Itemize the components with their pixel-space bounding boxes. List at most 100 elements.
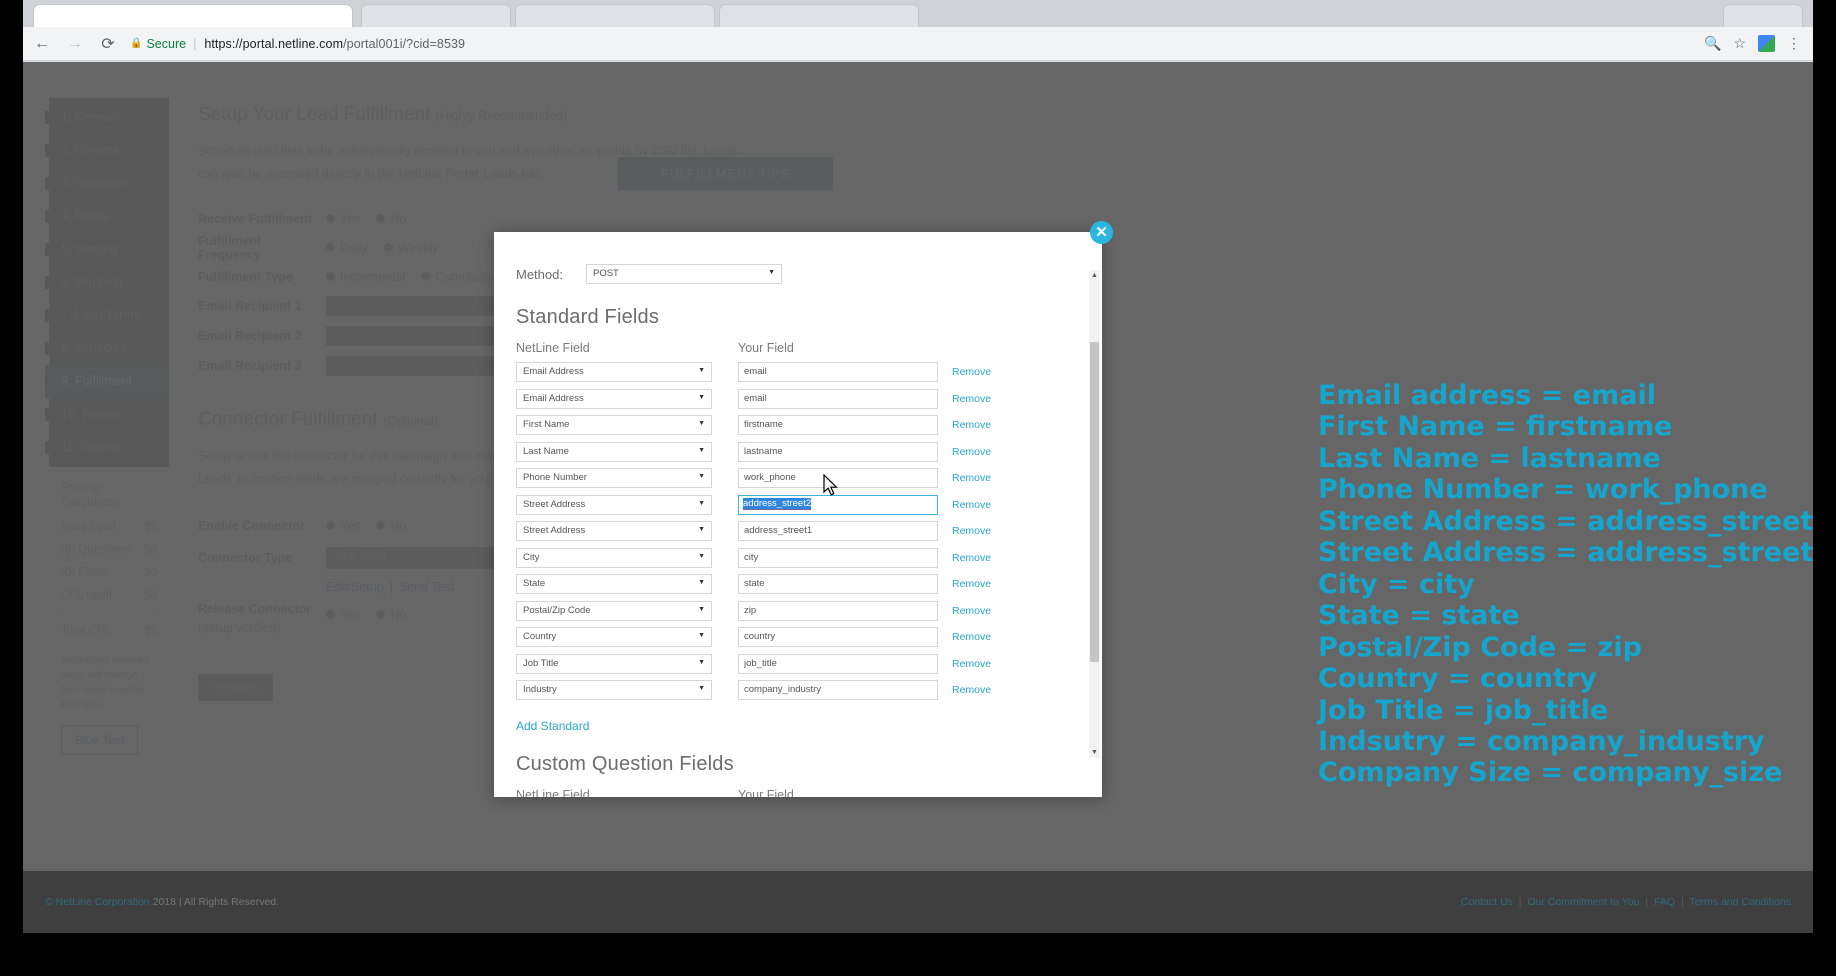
secure-label: Secure — [146, 36, 187, 51]
netline-field-select[interactable]: Street Address — [516, 494, 712, 515]
remove-link[interactable]: Remove — [952, 366, 991, 378]
remove-link[interactable]: Remove — [952, 499, 991, 511]
browser-tab-3[interactable] — [515, 4, 715, 27]
annotation-line: Indsutry = company_industry — [1318, 725, 1765, 757]
your-field-input[interactable]: email — [738, 362, 938, 382]
url-text: https://portal.netline.com/portal001i/?c… — [204, 37, 465, 51]
netline-field-select[interactable]: City — [516, 547, 712, 568]
remove-link[interactable]: Remove — [952, 684, 991, 696]
remove-link[interactable]: Remove — [952, 631, 991, 643]
browser-tab-active[interactable] — [33, 4, 353, 27]
remove-link[interactable]: Remove — [952, 525, 991, 537]
scrollbar-thumb[interactable] — [1090, 342, 1099, 662]
bookmark-star-icon[interactable]: ☆ — [1733, 35, 1746, 52]
netline-field-select[interactable]: State — [516, 574, 712, 594]
annotation-line: Company Size = company_size — [1318, 757, 1783, 789]
netline-field-select[interactable]: Phone Number — [516, 468, 712, 488]
remove-link[interactable]: Remove — [952, 446, 991, 458]
add-standard-link[interactable]: Add Standard — [516, 719, 589, 733]
scroll-up-icon[interactable]: ▲ — [1089, 270, 1100, 281]
footer-copyright: © NetLine Corporation 2018 | All Rights … — [45, 896, 279, 908]
your-field-input[interactable]: job_title — [738, 653, 938, 674]
footer-link-terms[interactable]: Terms and Conditions — [1689, 896, 1791, 908]
column-header-yours: Your Field — [738, 341, 794, 355]
footer-link-separator: | — [1645, 896, 1649, 908]
modal-scrollbar[interactable]: ▲ ▼ — [1089, 270, 1100, 758]
footer-link-contact-us[interactable]: Contact Us — [1461, 896, 1513, 908]
url-origin: https://portal.netline.com — [204, 36, 344, 51]
your-field-input-focused[interactable]: address_street2 — [738, 494, 938, 515]
browser-tab-4[interactable] — [719, 4, 919, 27]
netline-field-select[interactable]: Country — [516, 627, 712, 647]
your-field-input[interactable]: email — [738, 388, 938, 409]
annotation-line: First Name = firstname — [1318, 411, 1673, 443]
selected-text: address_street2 — [743, 497, 812, 510]
browser-window: ← → ⟳ 🔒 Secure | https://portal.netline.… — [23, 0, 1813, 933]
annotation-line: Street Address = address_street2 — [1318, 537, 1813, 569]
standard-fields-title: Standard Fields — [516, 306, 660, 328]
custom-column-header-netline: NetLine Field — [516, 787, 590, 798]
scroll-down-icon[interactable]: ▼ — [1089, 747, 1100, 758]
netline-field-select[interactable]: Email Address — [516, 388, 712, 409]
page-footer: © NetLine Corporation 2018 | All Rights … — [23, 871, 1813, 933]
table-row: Postal/Zip Code zip Remove — [516, 600, 1068, 621]
table-row: Email Address email Remove — [516, 388, 1068, 409]
modal-body: Method: POST Standard Fields NetLine Fie… — [494, 232, 1102, 797]
annotation-line: Country = country — [1318, 663, 1597, 695]
browser-tabstrip — [23, 0, 1813, 27]
footer-link-commitment[interactable]: Our Commitment to You — [1527, 896, 1639, 908]
footer-copyright-rest: 2018 | All Rights Reserved. — [152, 896, 280, 908]
netline-field-select[interactable]: First Name — [516, 415, 712, 435]
remove-link[interactable]: Remove — [952, 578, 991, 590]
method-select[interactable]: POST — [586, 264, 782, 284]
extension-icon[interactable] — [1758, 35, 1775, 52]
page-content: 1. General 2. Content 3. Questions 4. Fi… — [23, 62, 1813, 933]
browser-tab-2[interactable] — [361, 4, 511, 27]
your-field-input[interactable]: zip — [738, 600, 938, 621]
remove-link[interactable]: Remove — [952, 419, 991, 431]
netline-field-select[interactable]: Postal/Zip Code — [516, 600, 712, 621]
browser-toolbar: ← → ⟳ 🔒 Secure | https://portal.netline.… — [23, 27, 1813, 61]
table-row: Phone Number work_phone Remove — [516, 468, 1068, 488]
netline-field-select[interactable]: Email Address — [516, 362, 712, 382]
forward-icon[interactable]: → — [61, 30, 89, 58]
remove-link[interactable]: Remove — [952, 658, 991, 670]
remove-link[interactable]: Remove — [952, 605, 991, 617]
table-row: Email Address email Remove — [516, 362, 1068, 382]
reload-icon[interactable]: ⟳ — [94, 30, 122, 58]
your-field-input[interactable]: company_industry — [738, 680, 938, 700]
footer-link-separator: | — [1518, 896, 1522, 908]
your-field-input[interactable]: firstname — [738, 415, 938, 435]
remove-link[interactable]: Remove — [952, 472, 991, 484]
your-field-input[interactable]: work_phone — [738, 468, 938, 488]
annotation-overlay: Email address = email First Name = first… — [1318, 380, 1813, 789]
back-icon[interactable]: ← — [28, 30, 56, 58]
footer-company-link[interactable]: NetLine Corporation — [56, 896, 150, 908]
your-field-input[interactable]: country — [738, 627, 938, 647]
table-row: Industry company_industry Remove — [516, 680, 1068, 700]
remove-link[interactable]: Remove — [952, 393, 991, 405]
your-field-input[interactable]: city — [738, 547, 938, 568]
your-field-input[interactable]: lastname — [738, 441, 938, 462]
browser-menu-icon[interactable]: ⋮ — [1787, 35, 1801, 52]
table-row: Street Address address_street1 Remove — [516, 521, 1068, 541]
netline-field-select[interactable]: Job Title — [516, 653, 712, 674]
browser-tab-5[interactable] — [1723, 4, 1803, 27]
your-field-input[interactable]: state — [738, 574, 938, 594]
footer-link-separator: | — [1680, 896, 1684, 908]
table-row: First Name firstname Remove — [516, 415, 1068, 435]
remove-link[interactable]: Remove — [952, 552, 991, 564]
netline-field-select[interactable]: Last Name — [516, 441, 712, 462]
netline-field-select[interactable]: Industry — [516, 680, 712, 700]
footer-link-faq[interactable]: FAQ — [1654, 896, 1675, 908]
search-icon[interactable]: 🔍 — [1704, 35, 1721, 52]
lock-icon: 🔒 — [130, 38, 143, 49]
field-mapping-modal: ✕ Method: POST Standard Fields NetLine F… — [494, 221, 1113, 797]
method-row: Method: POST — [516, 264, 1068, 284]
annotation-line: Postal/Zip Code = zip — [1318, 631, 1642, 663]
custom-question-fields-title: Custom Question Fields — [516, 752, 734, 775]
netline-field-select[interactable]: Street Address — [516, 521, 712, 541]
annotation-line: Phone Number = work_phone — [1318, 474, 1768, 506]
address-bar[interactable]: 🔒 Secure | https://portal.netline.com/po… — [130, 31, 1694, 57]
your-field-input[interactable]: address_street1 — [738, 521, 938, 541]
